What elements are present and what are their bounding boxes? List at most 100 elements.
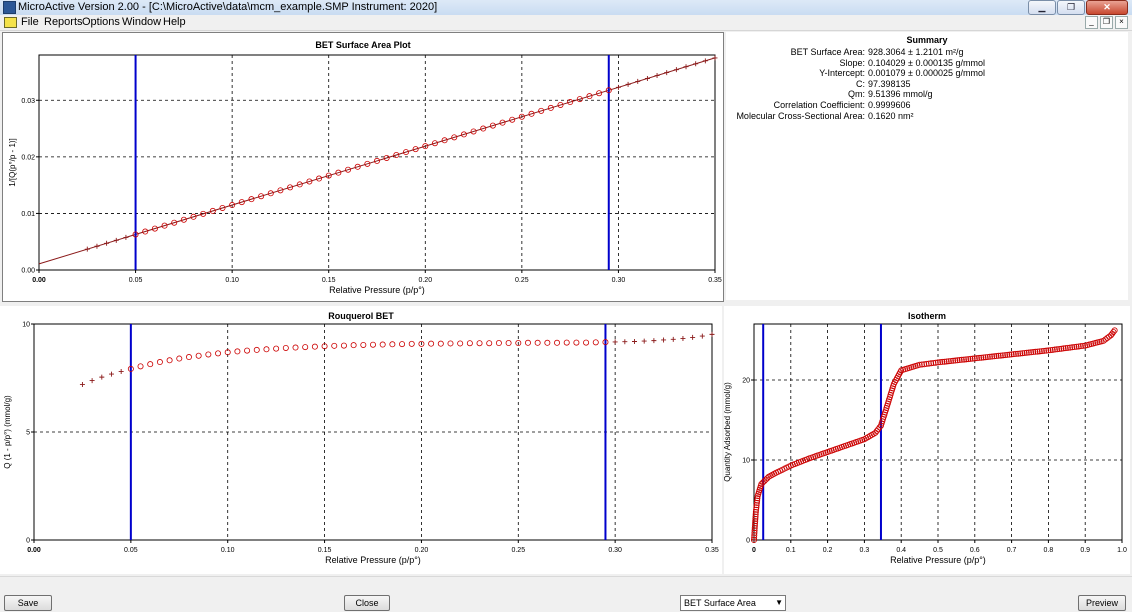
summary-label: Y-Intercept: [819,68,865,79]
chevron-down-icon[interactable]: ▼ [775,596,783,610]
data-point-circle [408,340,415,347]
data-point-plus [622,339,628,345]
data-point-circle [379,341,386,348]
report-type-select[interactable]: BET Surface Area ▼ [680,595,786,611]
data-point-circle [573,339,580,346]
data-point-circle [389,341,396,348]
x-tick-label: 0.10 [221,547,235,554]
y-tick-label: 10 [742,458,750,465]
data-point-plus [702,58,708,64]
data-point-plus [673,67,679,73]
data-point-circle [185,354,192,361]
y-tick-label: 0.00 [21,268,35,275]
x-tick-label: 0.35 [705,547,719,554]
restore-button[interactable]: ❐ [1057,0,1085,15]
data-point-plus [712,55,718,61]
plot-frame [38,54,716,271]
summary-row: Qm: 9.51396 mmol/g [726,89,1128,100]
x-axis-label: Relative Pressure (p/p°) [329,285,425,295]
data-point-circle [195,352,202,359]
summary-row: Slope: 0.104029 ± 0.000135 g/mmol [726,58,1128,69]
data-point-circle [166,357,173,364]
window-controls: ▁ ❐ ✕ [1027,0,1128,15]
y-tick-label: 0.03 [21,98,35,105]
data-point-plus [615,84,621,90]
summary-row: Y-Intercept: 0.001079 ± 0.000025 g/mmol [726,68,1128,79]
rouquerol-chart[interactable]: 0.00 0.05 0.10 0.15 0.20 0.25 0.30 0.35 0 5 10 Rela… [0,306,722,574]
data-point-circle [486,340,493,347]
data-point-plus [113,237,119,243]
bet-chart[interactable]: 0.00 0.05 0.10 0.15 0.20 0.25 0.30 0.35 0.00 0.01… [3,33,723,301]
summary-title: Summary [906,35,948,45]
x-tick-label: 0.05 [124,547,138,554]
preview-button[interactable]: Preview [1078,595,1126,611]
document-icon[interactable] [4,17,17,28]
x-axis-label: Relative Pressure (p/p°) [325,555,421,565]
data-point-plus [89,378,95,384]
data-point-plus [641,338,647,344]
isotherm-chart[interactable]: 0 0.1 0.2 0.3 0.4 0.5 0.6 0.7 0.8 0.9 1.0 0 10 20 Rela… [724,306,1130,574]
y-tick-label: 0 [746,538,750,545]
menu-file[interactable]: File [21,16,39,28]
data-point-circle [302,344,309,351]
data-point-plus [651,338,657,344]
x-tick-label: 0.20 [415,547,429,554]
x-tick-label: 0.25 [511,547,525,554]
data-point-circle [554,339,561,346]
mdi-restore-button[interactable]: ❐ [1100,16,1113,29]
x-tick-label: 0.05 [129,277,143,284]
summary-value: 0.9999606 [868,100,911,110]
menu-help[interactable]: Help [163,16,186,28]
data-point-plus [683,64,689,70]
rouquerol-plot-panel: Rouquerol BET 0.00 0.05 0.10 0.15 0.20 0.25 0.… [0,306,722,574]
data-point-circle [457,340,464,347]
y-axis-label: Quantity Adsorbed (mmol/g) [724,382,732,482]
summary-panel: Summary BET Surface Area: 928.3064 ± 1.21… [726,32,1128,300]
bet-plot-panel: BET Surface Area Plot 0.00 0.05 0.10 0.15 0.… [2,32,724,302]
x-tick-label: 0.30 [608,547,622,554]
summary-label: C: [856,78,865,89]
x-tick-label: 0.30 [612,277,626,284]
data-point-circle [331,342,338,349]
close-button[interactable]: Close [344,595,390,611]
data-point-circle [544,339,551,346]
fit-line [38,57,716,265]
data-point-circle [137,363,144,370]
data-point-plus [664,70,670,76]
x-tick-label: 0.3 [860,547,870,554]
data-point-circle [466,340,473,347]
app-icon[interactable] [3,1,16,14]
minimize-button[interactable]: ▁ [1028,0,1056,15]
data-point-circle [176,355,183,362]
data-point-circle [340,342,347,349]
y-tick-label: 5 [26,430,30,437]
summary-label: Correlation Coefficient: [773,100,865,110]
data-point-plus [635,78,641,84]
data-point-plus [104,240,110,246]
data-point-circle [563,339,570,346]
summary-label: Molecular Cross-Sectional Area: [736,110,865,121]
data-point-circle [311,343,318,350]
data-point-plus [661,337,667,343]
data-point-circle [476,340,483,347]
menu-options[interactable]: Options [82,16,120,28]
x-tick-label: 0.00 [27,547,41,554]
data-point-circle [495,340,502,347]
data-point-circle [156,359,163,366]
menu-window[interactable]: Window [122,16,161,28]
close-window-button[interactable]: ✕ [1086,0,1128,15]
x-tick-label: 0.1 [786,547,796,554]
y-tick-label: 0.02 [21,154,35,161]
x-tick-label: 0.00 [32,277,46,284]
summary-value: 0.001079 ± 0.000025 g/mmol [868,68,986,79]
mdi-close-button[interactable]: × [1115,16,1128,29]
data-point-circle [282,344,289,351]
save-button[interactable]: Save [4,595,52,611]
menu-reports[interactable]: Reports [44,16,83,28]
x-tick-label: 0.7 [1007,547,1017,554]
data-point-plus [108,371,114,377]
data-point-plus [670,336,676,342]
x-tick-label: 0.25 [515,277,529,284]
mdi-minimize-button[interactable]: _ [1085,16,1098,29]
data-point-plus [118,369,124,375]
